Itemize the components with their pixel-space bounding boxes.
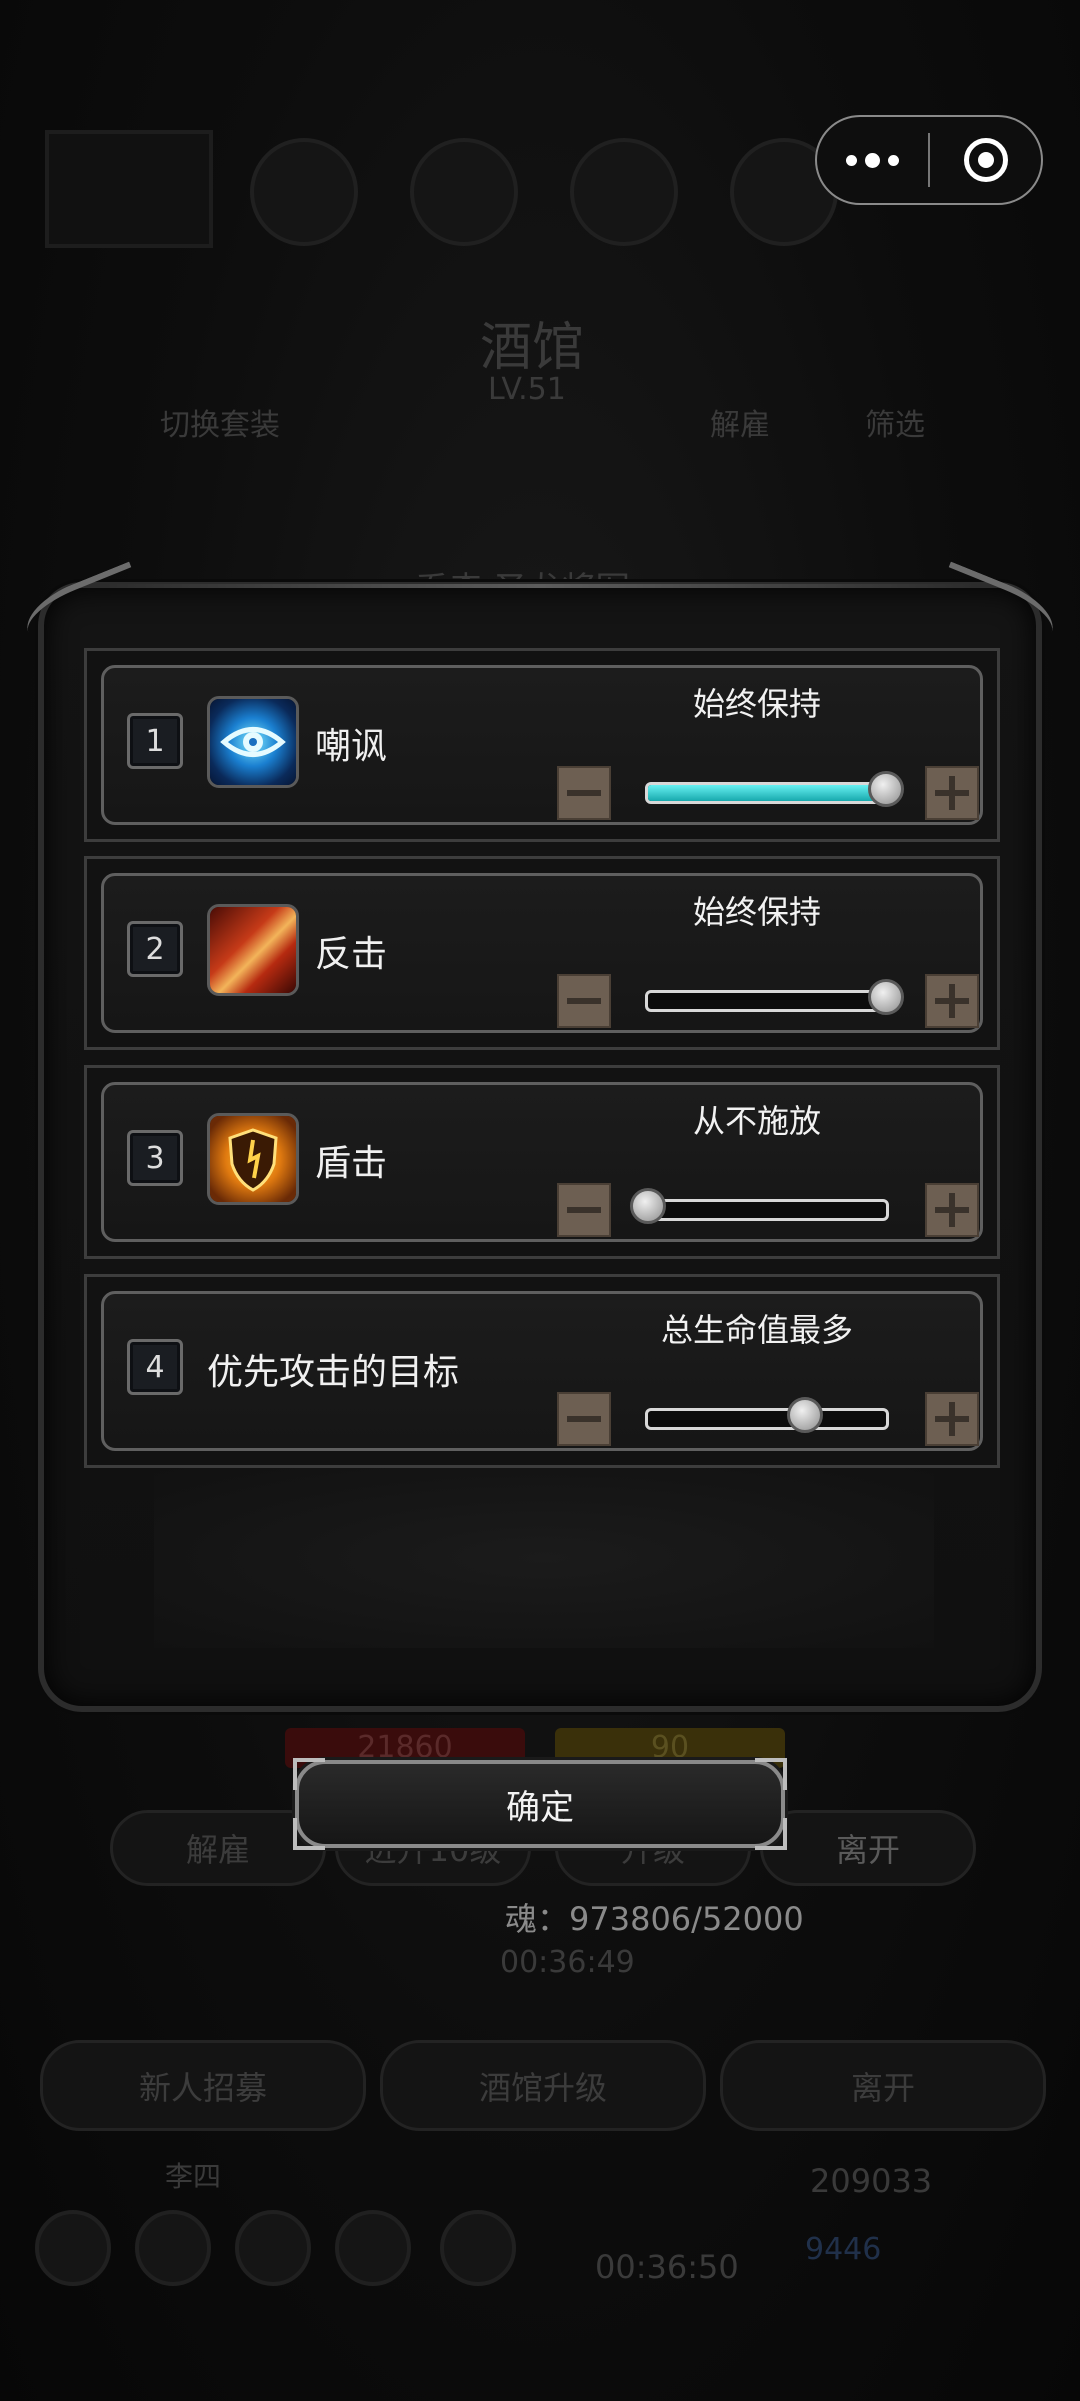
increase-button[interactable] <box>925 974 979 1028</box>
option-name: 反击 <box>315 934 388 975</box>
portrait-frame <box>45 130 213 248</box>
counter-slash-icon <box>207 904 299 996</box>
menu-icon <box>440 2210 516 2286</box>
bg-action-leave: 离开 <box>760 1810 976 1886</box>
option-slider[interactable] <box>630 1188 889 1224</box>
slider-knob[interactable] <box>868 979 904 1015</box>
increase-button[interactable] <box>925 1183 979 1237</box>
slider-knob[interactable] <box>868 771 904 807</box>
option-name: 优先攻击的目标 <box>207 1352 460 1393</box>
option-number: 3 <box>127 1130 183 1186</box>
skill-slot-icon <box>570 138 678 246</box>
option-list: 1 嘲讽 始终保持 2 反击 始终保持 3 盾击 从不施放 4 优先攻击的目标 … <box>84 648 1000 1478</box>
bg-right-tag-1: 解雇 <box>710 408 770 443</box>
option-row: 2 反击 始终保持 <box>84 856 1000 1050</box>
option-value: 从不施放 <box>692 1102 821 1140</box>
bg-leave: 离开 <box>720 2040 1046 2131</box>
skill-slot-icon <box>410 138 518 246</box>
option-value: 始终保持 <box>692 685 821 723</box>
menu-icon <box>235 2210 311 2286</box>
decrease-button[interactable] <box>557 1183 611 1237</box>
miniprogram-capsule <box>815 115 1043 205</box>
bg-player-name: 李四 <box>165 2160 222 2193</box>
option-row: 1 嘲讽 始终保持 <box>84 648 1000 842</box>
option-slider[interactable] <box>645 1397 889 1433</box>
decrease-button[interactable] <box>557 1392 611 1446</box>
option-number: 2 <box>127 921 183 977</box>
increase-button[interactable] <box>925 766 979 820</box>
bg-timer-2: 00:36:50 <box>595 2248 739 2286</box>
taunt-eye-icon <box>207 696 299 788</box>
option-name: 嘲讽 <box>315 726 388 767</box>
option-row: 4 优先攻击的目标 总生命值最多 <box>84 1274 1000 1468</box>
option-value: 总生命值最多 <box>660 1311 853 1349</box>
option-row: 3 盾击 从不施放 <box>84 1065 1000 1259</box>
skill-slot-icon <box>250 138 358 246</box>
option-slider[interactable] <box>645 771 904 807</box>
decrease-button[interactable] <box>557 974 611 1028</box>
menu-icon <box>335 2210 411 2286</box>
option-value: 始终保持 <box>692 893 821 931</box>
bg-title: 酒馆 <box>480 318 585 378</box>
bg-gold: 209033 <box>810 2162 933 2200</box>
slider-knob[interactable] <box>630 1188 666 1224</box>
bg-recruit: 新人招募 <box>40 2040 366 2131</box>
bg-left-tag: 切换套装 <box>160 408 280 443</box>
shield-bash-icon <box>207 1113 299 1205</box>
auto-skill-dialog: 1 嘲讽 始终保持 2 反击 始终保持 3 盾击 从不施放 4 优先攻击的目标 … <box>17 561 1063 1712</box>
dialog-empty-area <box>154 1468 934 1648</box>
increase-button[interactable] <box>925 1392 979 1446</box>
bg-timer: 00:36:49 <box>500 1945 635 1980</box>
menu-icon <box>135 2210 211 2286</box>
more-icon[interactable] <box>817 117 928 203</box>
bg-gems: 9446 <box>805 2232 882 2267</box>
decrease-button[interactable] <box>557 766 611 820</box>
option-slider[interactable] <box>645 979 904 1015</box>
close-target-icon[interactable] <box>930 117 1041 203</box>
confirm-label: 确定 <box>506 1787 574 1828</box>
option-name: 盾击 <box>315 1143 388 1184</box>
bg-level: LV.51 <box>488 372 566 407</box>
menu-icon <box>35 2210 111 2286</box>
confirm-button[interactable]: 确定 <box>293 1758 787 1850</box>
dialog-top-ornament <box>104 584 976 588</box>
soul-counter: 魂：973806/52000 <box>505 1900 804 1938</box>
bg-tavern-upgrade: 酒馆升级 <box>380 2040 706 2131</box>
slider-knob[interactable] <box>787 1397 824 1433</box>
option-number: 1 <box>127 713 183 769</box>
bg-right-tag-2: 筛选 <box>865 408 925 443</box>
option-number: 4 <box>127 1339 183 1395</box>
